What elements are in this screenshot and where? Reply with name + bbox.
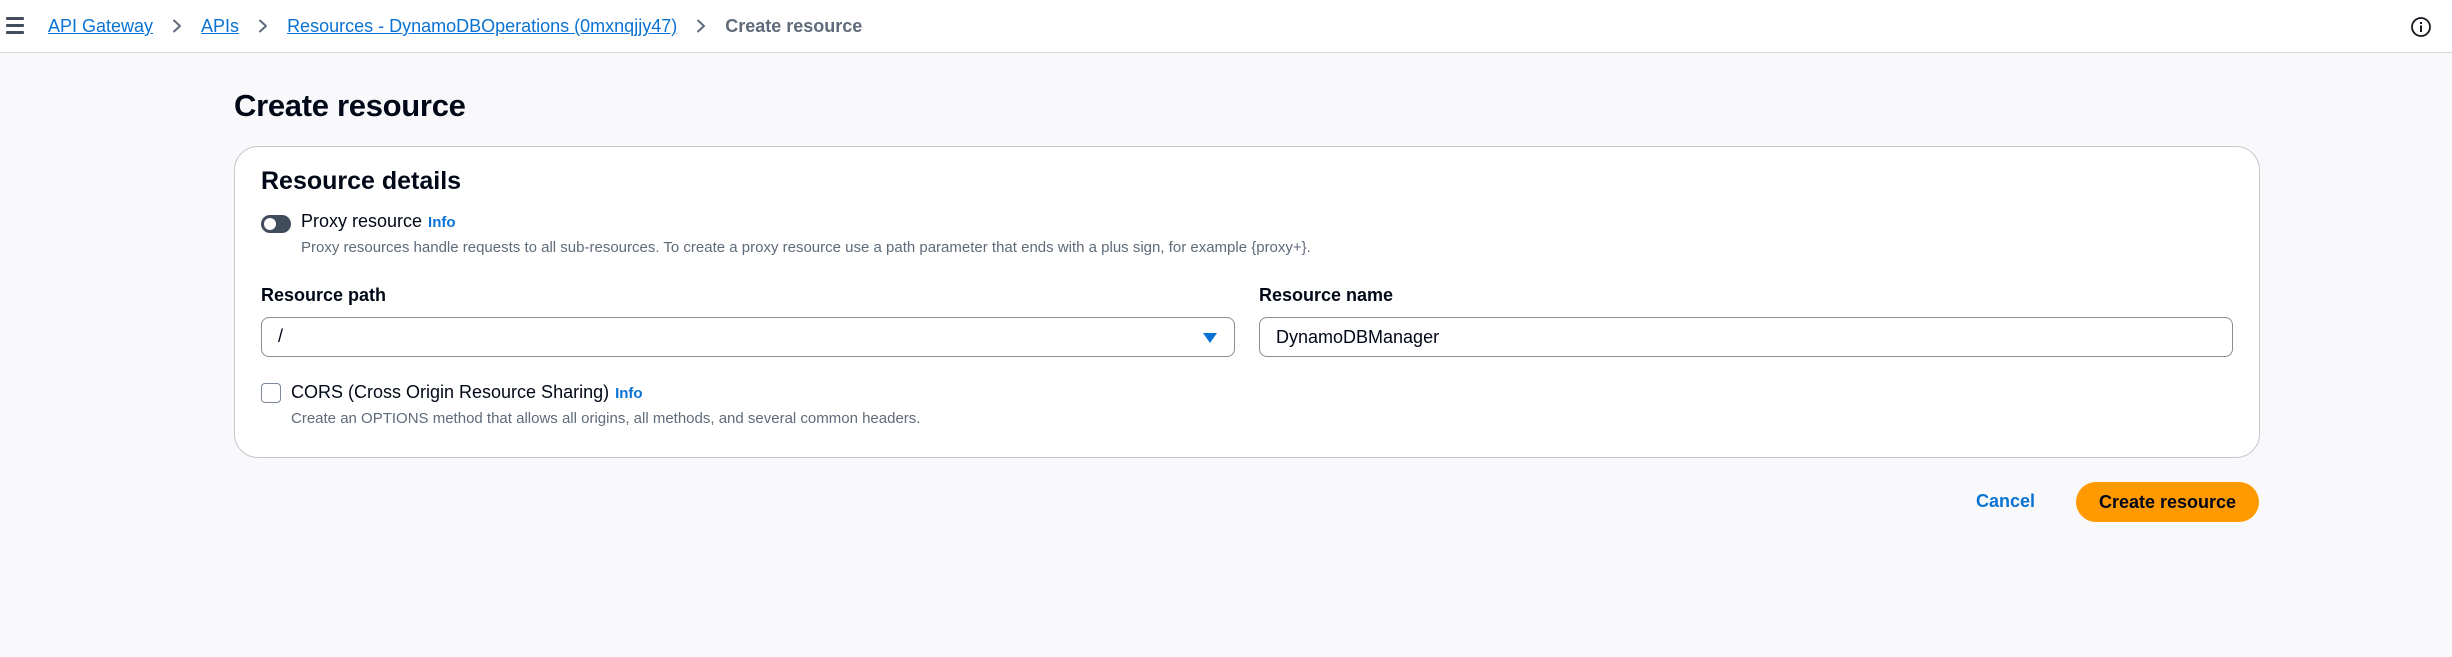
resource-name-label: Resource name (1259, 285, 1394, 305)
resource-details-container: Resource details Proxy resource Info Prox… (234, 146, 2260, 458)
resource-path-value: / (278, 326, 284, 346)
top-navigation-bar: API Gateway APIs Resources - DynamoDBOpe… (0, 0, 2452, 53)
page-title: Create resource (234, 88, 466, 123)
cors-label-text: CORS (Cross Origin Resource Sharing) (291, 382, 610, 402)
breadcrumb-item-apis[interactable]: APIs (201, 14, 239, 38)
proxy-resource-label-text: Proxy resource (301, 211, 423, 231)
breadcrumb: API Gateway APIs Resources - DynamoDBOpe… (48, 14, 862, 38)
hamburger-menu-icon[interactable] (6, 17, 26, 35)
breadcrumb-item-current: Create resource (725, 16, 863, 36)
proxy-resource-description: Proxy resources handle requests to all s… (301, 239, 1311, 256)
cancel-button[interactable]: Cancel (1960, 480, 2051, 522)
cors-info-link[interactable]: Info (615, 385, 643, 402)
chevron-right-icon (163, 14, 191, 38)
resource-path-select[interactable]: / (261, 317, 1235, 357)
proxy-resource-info-link[interactable]: Info (428, 214, 456, 231)
proxy-resource-toggle[interactable] (261, 215, 291, 233)
toggle-knob (264, 218, 276, 230)
cors-label: CORS (Cross Origin Resource Sharing) Info (291, 382, 643, 403)
resource-name-input[interactable] (1259, 317, 2233, 357)
chevron-right-icon (249, 14, 277, 38)
breadcrumb-item-api-gateway[interactable]: API Gateway (48, 14, 153, 38)
cors-description: Create an OPTIONS method that allows all… (291, 410, 921, 427)
resource-path-label: Resource path (261, 285, 387, 305)
resource-details-heading: Resource details (261, 167, 462, 195)
caret-down-icon (1202, 331, 1218, 343)
breadcrumb-item-resources[interactable]: Resources - DynamoDBOperations (0mxnqjjy… (287, 14, 677, 38)
create-resource-button[interactable]: Create resource (2076, 482, 2259, 522)
chevron-right-icon (687, 14, 715, 38)
cors-checkbox[interactable] (261, 383, 281, 403)
proxy-resource-label: Proxy resource Info (301, 211, 456, 232)
info-circle-icon[interactable] (2410, 16, 2432, 38)
